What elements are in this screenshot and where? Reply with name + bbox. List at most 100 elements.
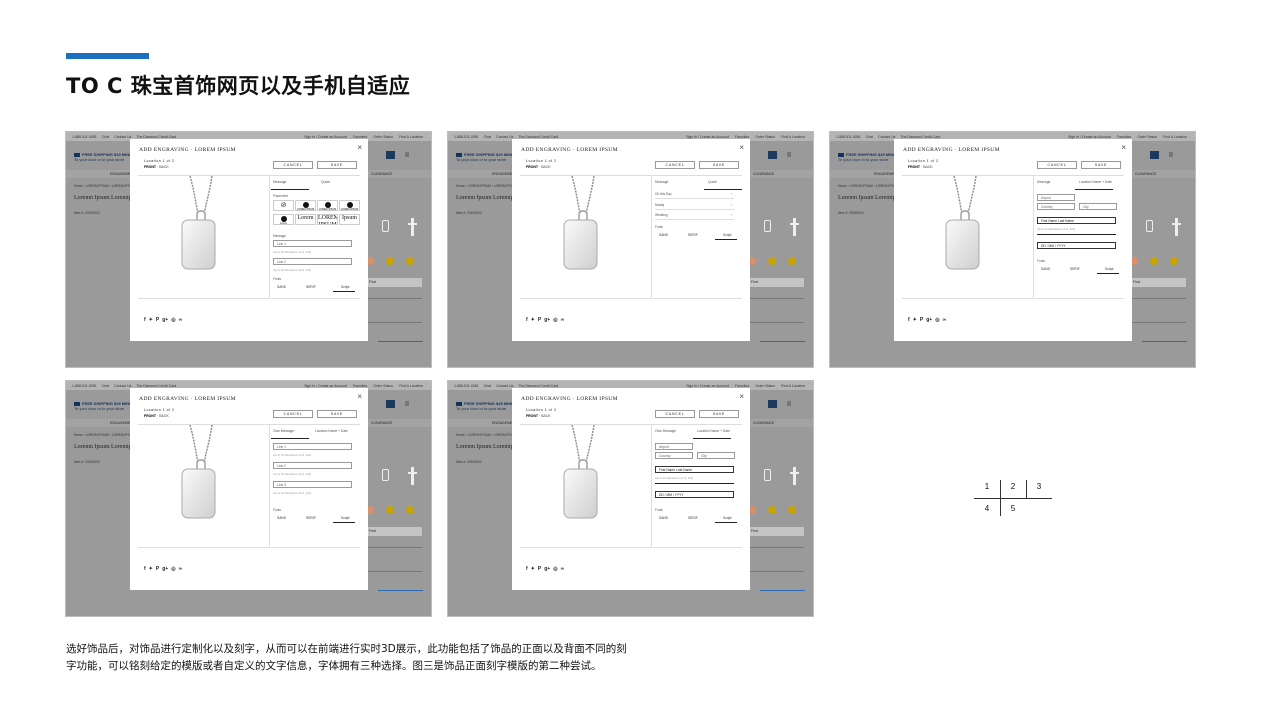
facebook-icon[interactable]: f <box>144 317 146 323</box>
name-input[interactable]: First Name Last Name <box>1037 217 1116 224</box>
favorites-link[interactable]: Favorites <box>353 384 367 388</box>
metal-swatch[interactable] <box>386 257 394 265</box>
cancel-button[interactable]: CANCEL <box>273 410 313 418</box>
placement-option[interactable]: ⊘ <box>273 200 294 211</box>
cart-icon[interactable] <box>405 152 409 157</box>
occasion-option[interactable]: Wedding <box>655 213 734 220</box>
find-row[interactable]: Find <box>1129 278 1186 287</box>
font-sans[interactable]: SANS <box>277 516 286 520</box>
save-button[interactable]: SAVE <box>699 161 739 169</box>
tab-s3-1[interactable]: Message <box>1037 180 1050 184</box>
twitter-icon[interactable]: ✦ <box>531 317 535 323</box>
chat-link[interactable]: Chat <box>102 384 109 388</box>
metal-swatch[interactable] <box>386 506 394 514</box>
slider-track[interactable] <box>1037 234 1116 235</box>
metal-swatch[interactable] <box>788 506 796 514</box>
navy-swatch[interactable] <box>386 151 395 159</box>
link-icon[interactable]: ∞ <box>943 317 947 323</box>
font-sans[interactable]: SANS <box>659 516 668 520</box>
chat-link[interactable]: Chat <box>102 135 109 139</box>
font-script[interactable]: Script <box>1105 267 1113 271</box>
navy-swatch[interactable] <box>386 400 395 408</box>
cancel-button[interactable]: CANCEL <box>655 161 695 169</box>
placement-option[interactable]: LOREM IPSUM <box>317 214 338 225</box>
tab-s4-2[interactable]: Location Name + Date <box>315 429 348 433</box>
contact-link[interactable]: Contact Us <box>878 135 895 139</box>
close-icon[interactable]: × <box>1121 143 1126 152</box>
country-input[interactable]: Country <box>655 452 693 459</box>
link-icon[interactable]: ∞ <box>179 317 183 323</box>
font-serif[interactable]: SERIF <box>1070 267 1080 271</box>
facebook-icon[interactable]: f <box>144 566 146 572</box>
chat-link[interactable]: Chat <box>484 135 491 139</box>
front-tab[interactable]: FRONT <box>526 165 538 169</box>
sign-in-link[interactable]: Sign In / Create an Account <box>1068 135 1111 139</box>
back-tab[interactable]: BACK <box>159 414 169 418</box>
find-row[interactable]: Find <box>747 527 804 536</box>
tag-thumbnail[interactable] <box>764 469 771 481</box>
credit-card-link[interactable]: The Diamond Credit Card <box>518 384 558 388</box>
nav-clearance[interactable]: CLEARANCE <box>371 421 392 425</box>
facebook-icon[interactable]: f <box>526 317 528 323</box>
metal-swatch[interactable] <box>768 506 776 514</box>
font-serif[interactable]: SERIF <box>306 285 316 289</box>
date-input[interactable]: DD / MM / YYYY <box>655 491 734 498</box>
cart-icon[interactable] <box>1169 152 1173 157</box>
close-icon[interactable]: × <box>357 392 362 401</box>
placement-option[interactable]: Ipsum <box>339 214 360 225</box>
favorites-link[interactable]: Favorites <box>353 135 367 139</box>
date-input[interactable]: DD / MM / YYYY <box>1037 242 1116 249</box>
weibo-icon[interactable]: ◎ <box>171 317 175 323</box>
cross-thumbnail[interactable] <box>790 467 799 485</box>
sign-in-link[interactable]: Sign In / Create an Account <box>304 135 347 139</box>
tag-thumbnail[interactable] <box>382 469 389 481</box>
back-tab[interactable]: BACK <box>159 165 169 169</box>
metal-swatch[interactable] <box>406 506 414 514</box>
cancel-button[interactable]: CANCEL <box>1037 161 1077 169</box>
city-input[interactable]: City <box>1079 203 1117 210</box>
nav-clearance[interactable]: CLEARANCE <box>753 421 774 425</box>
city-input[interactable]: City <box>697 452 735 459</box>
occasion-option[interactable]: On this Day <box>655 192 734 199</box>
tab-s3-2[interactable]: Location Name + Date <box>1079 180 1112 184</box>
placement-option[interactable]: LOREM IPSUM <box>317 200 338 211</box>
font-script[interactable]: Script <box>723 233 731 237</box>
tab-s1-2[interactable]: Quote <box>321 180 330 184</box>
credit-card-link[interactable]: The Diamond Credit Card <box>136 135 176 139</box>
front-tab[interactable]: FRONT <box>526 414 538 418</box>
favorites-link[interactable]: Favorites <box>735 135 749 139</box>
back-tab[interactable]: BACK <box>923 165 933 169</box>
font-serif[interactable]: SERIF <box>688 516 698 520</box>
weibo-icon[interactable]: ◎ <box>171 566 175 572</box>
save-button[interactable]: SAVE <box>699 410 739 418</box>
cart-icon[interactable] <box>405 401 409 406</box>
google-plus-icon[interactable]: g+ <box>926 317 932 323</box>
pinterest-icon[interactable]: P <box>920 317 923 323</box>
back-tab[interactable]: BACK <box>541 165 551 169</box>
chat-link[interactable]: Chat <box>866 135 873 139</box>
placement-option[interactable]: Lorem <box>295 214 316 225</box>
placement-option[interactable]: LOREM IPSUM <box>339 200 360 211</box>
twitter-icon[interactable]: ✦ <box>913 317 917 323</box>
contact-link[interactable]: Contact Us <box>496 384 513 388</box>
tab-s1-1[interactable]: Message <box>273 180 286 184</box>
cart-icon[interactable] <box>787 401 791 406</box>
tag-thumbnail[interactable] <box>764 220 771 232</box>
cross-thumbnail[interactable] <box>1172 218 1181 236</box>
google-plus-icon[interactable]: g+ <box>162 566 168 572</box>
font-sans[interactable]: SANS <box>659 233 668 237</box>
tab-s2-2[interactable]: Quote <box>708 180 717 184</box>
find-row[interactable]: Find <box>365 278 422 287</box>
find-location-link[interactable]: Find A Location <box>399 384 423 388</box>
metal-swatch[interactable] <box>406 257 414 265</box>
twitter-icon[interactable]: ✦ <box>149 317 153 323</box>
find-row[interactable]: Find <box>365 527 422 536</box>
front-tab[interactable]: FRONT <box>144 414 156 418</box>
close-icon[interactable]: × <box>357 143 362 152</box>
facebook-icon[interactable]: f <box>908 317 910 323</box>
metal-swatch[interactable] <box>1150 257 1158 265</box>
front-tab[interactable]: FRONT <box>908 165 920 169</box>
font-sans[interactable]: SANS <box>1041 267 1050 271</box>
pinterest-icon[interactable]: P <box>156 566 159 572</box>
airport-input[interactable]: Airport <box>1037 194 1075 201</box>
